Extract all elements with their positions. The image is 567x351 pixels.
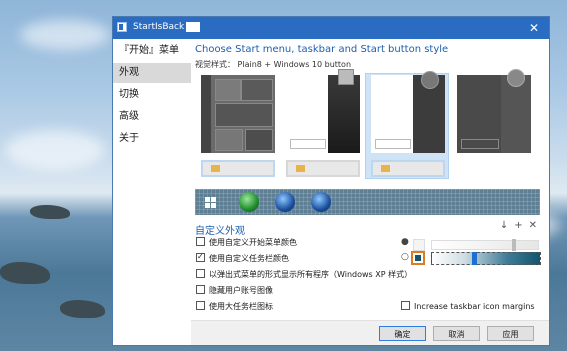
taskbar-thumbnail-2[interactable] <box>286 160 360 177</box>
style-thumbnail-4[interactable] <box>457 69 531 153</box>
appearance-panel: Choose Start menu, taskbar and Start but… <box>191 39 549 345</box>
page-heading: Choose Start menu, taskbar and Start but… <box>195 44 449 55</box>
remove-icon[interactable]: ✕ <box>529 220 543 231</box>
title-bar[interactable]: StartIsBack ✕ <box>113 17 549 39</box>
sidebar-item-switching[interactable]: 切换 <box>113 85 191 105</box>
taskbar-color-slider[interactable] <box>431 252 541 265</box>
checkbox[interactable] <box>196 285 205 294</box>
windows7-orb-icon[interactable] <box>275 192 295 212</box>
checkbox[interactable] <box>196 301 205 310</box>
option-custom-start-color[interactable]: 使用自定义开始菜单颜色 <box>196 237 297 249</box>
rock <box>0 262 50 284</box>
visual-style-label: 视觉样式： Plain8 + Windows 10 button <box>195 60 352 69</box>
option-increase-icon-margins[interactable]: Increase taskbar icon margins <box>401 301 535 313</box>
option-xp-style-programs[interactable]: 以弹出式菜单的形式显示所有程序（Windows XP 样式） <box>196 269 412 281</box>
style-thumbnail-2[interactable] <box>286 69 360 153</box>
button-bar: 确定 取消 应用 <box>191 320 549 345</box>
checkbox[interactable] <box>401 301 410 310</box>
start-button-strip <box>195 189 540 215</box>
slider-thumb[interactable] <box>472 252 477 265</box>
green-orb-icon[interactable] <box>239 192 259 212</box>
windows7-orb-alt-icon[interactable] <box>311 192 331 212</box>
option-custom-taskbar-color[interactable]: 使用自定义任务栏颜色 <box>196 251 289 265</box>
opacity-drop-icon: ● <box>401 237 409 247</box>
rock <box>30 205 70 219</box>
sidebar: 『开始』菜单 外观 切换 高级 关于 <box>113 39 191 345</box>
sidebar-item-start-menu[interactable]: 『开始』菜单 <box>113 41 191 61</box>
checkbox[interactable] <box>196 269 205 278</box>
window-title: StartIsBack <box>133 22 185 32</box>
rock <box>60 300 105 318</box>
sidebar-item-advanced[interactable]: 高级 <box>113 107 191 127</box>
title-logo <box>186 22 200 32</box>
cancel-button[interactable]: 取消 <box>433 326 480 341</box>
download-icon[interactable]: ↓ <box>500 220 514 231</box>
checkbox-checked[interactable] <box>196 251 205 263</box>
start-opacity-slider[interactable] <box>431 239 539 251</box>
sidebar-item-appearance[interactable]: 外观 <box>113 63 191 83</box>
option-large-taskbar-icons[interactable]: 使用大任务栏图标 <box>196 301 273 313</box>
option-hide-user-picture[interactable]: 隐藏用户账号图像 <box>196 285 273 297</box>
apply-button[interactable]: 应用 <box>487 326 534 341</box>
sidebar-item-about[interactable]: 关于 <box>113 129 191 149</box>
checkbox[interactable] <box>196 237 205 246</box>
app-icon <box>117 22 127 32</box>
settings-window: StartIsBack ✕ 『开始』菜单 外观 切换 高级 关于 Choose … <box>112 16 550 346</box>
taskbar-thumbnail-3[interactable] <box>371 160 445 177</box>
cloud <box>5 130 105 170</box>
windows-logo-icon[interactable] <box>205 197 216 208</box>
taskbar-color-swatch[interactable] <box>411 251 425 265</box>
start-color-swatch[interactable] <box>413 239 425 251</box>
custom-appearance-title: 自定义外观 <box>195 226 245 237</box>
opacity-drop-outline-icon: ○ <box>401 252 409 262</box>
ok-button[interactable]: 确定 <box>379 326 426 341</box>
taskbar-thumbnail-1[interactable] <box>201 160 275 177</box>
style-thumbnail-3[interactable] <box>371 71 445 153</box>
cloud <box>20 20 110 50</box>
add-icon[interactable]: + <box>514 220 528 231</box>
close-button[interactable]: ✕ <box>519 17 549 39</box>
slider-thumb[interactable] <box>512 239 516 251</box>
custom-toolbar: ↓+✕ <box>500 220 543 231</box>
style-thumbnail-1[interactable] <box>201 75 275 153</box>
